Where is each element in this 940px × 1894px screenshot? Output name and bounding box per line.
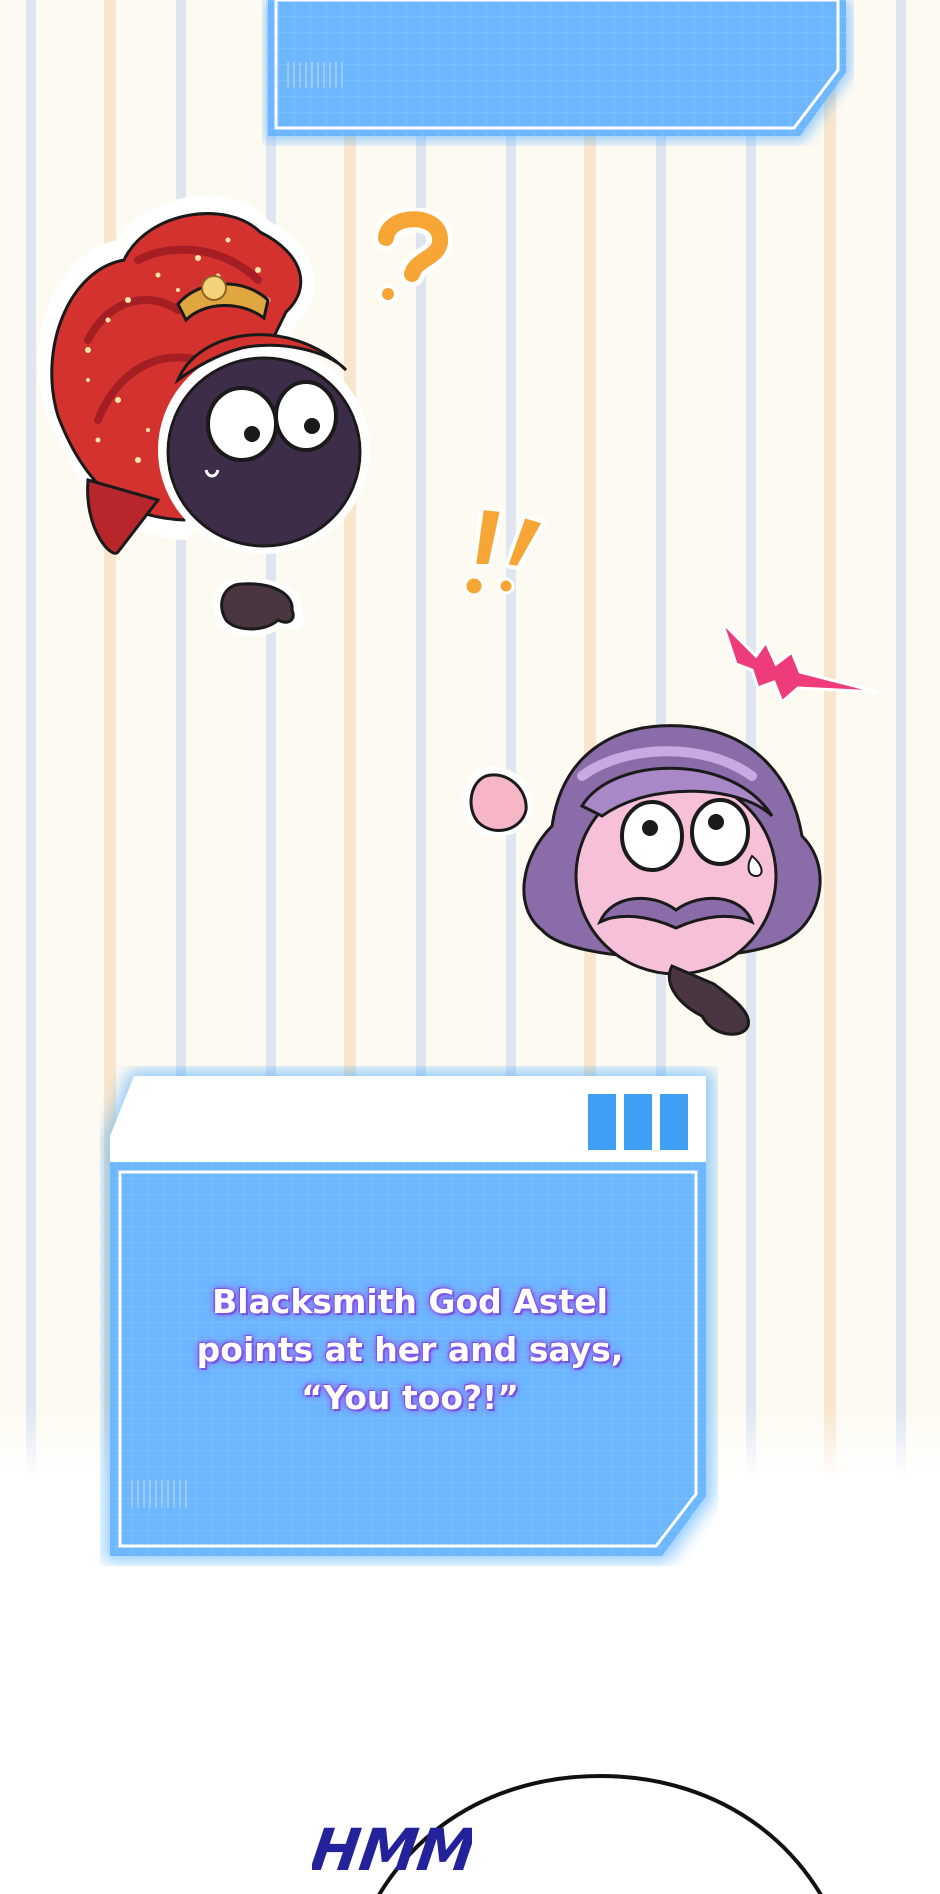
surprise-spark-icon — [720, 620, 879, 705]
caption-text: Blacksmith God Astel points at her and s… — [130, 1278, 690, 1422]
caption-line-1: Blacksmith God Astel — [212, 1282, 608, 1321]
caption-line-2: points at her and says, — [196, 1330, 624, 1369]
exclamation-marks-icon — [463, 505, 547, 597]
hmm-sfx: HMM — [312, 1816, 472, 1884]
comic-page: Blacksmith God Astel points at her and s… — [0, 0, 940, 1894]
hmm-sfx-text: HMM — [312, 1816, 472, 1884]
caption-line-3: “You too?!” — [301, 1378, 519, 1417]
top-system-panel — [264, 0, 852, 142]
purple-haired-chibi — [462, 724, 822, 1036]
red-haired-chibi — [37, 195, 370, 637]
